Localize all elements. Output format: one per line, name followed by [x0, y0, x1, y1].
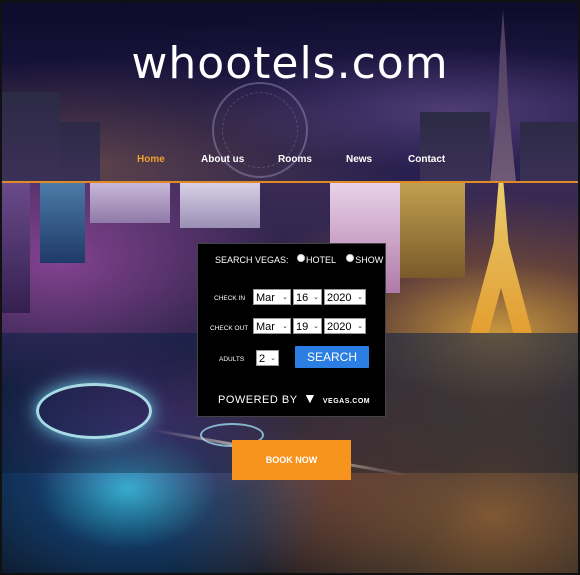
- eiffel-tower-replica: [470, 183, 532, 333]
- search-heading: SEARCH VEGAS:: [215, 255, 289, 265]
- chevron-down-icon: ⌄: [357, 294, 363, 301]
- nav-home[interactable]: Home: [137, 154, 165, 165]
- adults-label: ADULTS: [219, 356, 245, 363]
- site-logo[interactable]: whootels.com: [0, 38, 580, 89]
- vegas-logo-icon: ▼: [302, 390, 318, 406]
- nav-contact[interactable]: Contact: [408, 154, 445, 165]
- check-in-day-value: 16: [296, 292, 309, 304]
- check-in-year-select[interactable]: 2020 ⌄: [324, 289, 366, 305]
- check-out-year-value: 2020: [327, 321, 352, 333]
- show-radio[interactable]: [346, 254, 355, 262]
- check-in-label: CHECK IN: [214, 295, 246, 302]
- check-out-month-select[interactable]: Mar ⌄: [253, 318, 291, 334]
- header-banner: whootels.com Home About us Rooms News Co…: [0, 0, 580, 182]
- hero-building: [0, 183, 30, 313]
- check-out-label: CHECK OUT: [210, 325, 249, 332]
- nav-about-us[interactable]: About us: [201, 154, 244, 165]
- hero-building: [400, 183, 465, 278]
- check-out-month-value: Mar: [256, 321, 275, 333]
- powered-by-row: POWERED BY ▼ VEGAS.COM: [218, 390, 370, 406]
- skyline-building: [60, 122, 100, 182]
- chevron-down-icon: ⌄: [270, 355, 276, 362]
- search-widget: SEARCH VEGAS: HOTEL SHOW CHECK IN Mar ⌄ 1…: [197, 243, 386, 417]
- search-heading-row: SEARCH VEGAS: HOTEL SHOW: [215, 254, 383, 265]
- main-nav: Home About us Rooms News Contact: [0, 154, 580, 170]
- book-now-button[interactable]: BOOK NOW: [232, 440, 351, 480]
- check-in-month-value: Mar: [256, 292, 275, 304]
- check-in-year-value: 2020: [327, 292, 352, 304]
- hero-building: [180, 183, 260, 228]
- check-in-month-select[interactable]: Mar ⌄: [253, 289, 291, 305]
- adults-value: 2: [259, 353, 266, 365]
- fountain-ring: [36, 383, 152, 439]
- hotel-radio-label: HOTEL: [306, 255, 336, 265]
- show-radio-label: SHOW: [355, 255, 384, 265]
- powered-by-label: POWERED BY: [218, 394, 298, 406]
- adults-select[interactable]: 2 ⌄: [256, 350, 279, 366]
- chevron-down-icon: ⌄: [282, 323, 288, 330]
- chevron-down-icon: ⌄: [282, 294, 288, 301]
- chevron-down-icon: ⌄: [313, 294, 319, 301]
- check-out-year-select[interactable]: 2020 ⌄: [324, 318, 366, 334]
- nav-news[interactable]: News: [346, 154, 372, 165]
- chevron-down-icon: ⌄: [313, 323, 319, 330]
- hero-building: [90, 183, 170, 223]
- skyline-building: [420, 112, 490, 182]
- check-in-day-select[interactable]: 16 ⌄: [293, 289, 322, 305]
- chevron-down-icon: ⌄: [357, 323, 363, 330]
- skyline-building: [520, 122, 580, 182]
- search-button[interactable]: SEARCH: [295, 346, 369, 368]
- nav-rooms[interactable]: Rooms: [278, 154, 312, 165]
- check-out-day-select[interactable]: 19 ⌄: [293, 318, 322, 334]
- check-out-day-value: 19: [296, 321, 309, 333]
- hotel-radio[interactable]: [297, 254, 306, 262]
- hero-building: [40, 183, 85, 263]
- partner-name[interactable]: VEGAS.COM: [323, 398, 370, 405]
